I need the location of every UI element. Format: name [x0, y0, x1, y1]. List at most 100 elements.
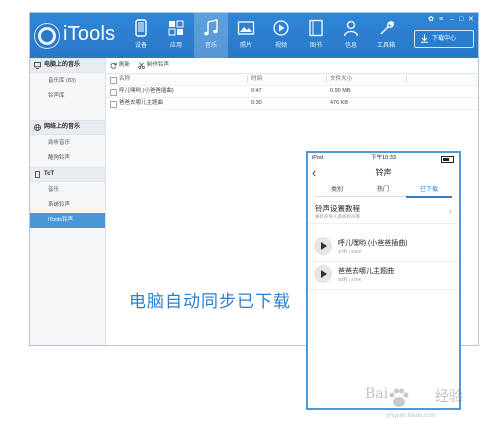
row-checkbox[interactable] [110, 89, 117, 96]
table-row[interactable]: 呼儿嘿哟 (小爸爸插曲) 0:47 0.90 MB [106, 86, 478, 98]
photo-icon [237, 21, 255, 35]
battery-icon [441, 156, 454, 163]
column-header-name[interactable]: 名称 [119, 74, 130, 85]
menu-icon[interactable]: ≡ [439, 15, 443, 24]
song-meta: 47秒 | 925K [338, 249, 362, 254]
sidebar-section-label: 电脑上的音乐 [44, 62, 81, 68]
tab-toolbox[interactable]: 工具箱 [369, 13, 403, 58]
make-ringtone-label: 制作铃声 [147, 62, 170, 68]
select-all-checkbox[interactable] [110, 77, 117, 84]
column-divider [406, 76, 407, 83]
sidebar-item-itools-ringtones[interactable]: iTools铃声 [30, 213, 105, 228]
download-center-label: 下载中心 [432, 36, 457, 42]
column-divider [247, 76, 248, 83]
sidebar-item-music-library[interactable]: 音乐库 (83) [30, 74, 105, 89]
sidebar-item-device-music[interactable]: 音乐 [30, 183, 105, 198]
tab-toolbox-label: 工具箱 [376, 43, 395, 49]
baidu-jingyan-watermark: Bai 经验 jingyan.baidu.com [357, 380, 477, 425]
sidebar-item-kugou-ringtones[interactable]: 酷狗铃声 [30, 151, 105, 166]
phone-tab-category[interactable]: 类别 [314, 185, 360, 196]
column-divider [326, 76, 327, 83]
phone-song-row[interactable]: 爸爸去哪儿主题曲 30秒 | 476K [308, 261, 459, 290]
column-header-time[interactable]: 时间 [251, 74, 262, 85]
sidebar-section-computer[interactable]: 电脑上的音乐 [30, 58, 105, 73]
sidebar-item-label: 酷狗铃声 [48, 155, 71, 161]
play-icon[interactable] [314, 265, 332, 283]
status-time: 下午10:33 [371, 155, 396, 161]
sidebar-item-jinting-music[interactable]: 劲听音乐 [30, 136, 105, 151]
skin-icon[interactable]: ✿ [428, 15, 434, 24]
sidebar-section-device[interactable]: TcT [30, 167, 105, 182]
song-name: 呼儿嘿哟 (小爸爸插曲) [338, 240, 408, 247]
video-icon [273, 20, 289, 36]
device-icon [135, 19, 147, 37]
table-header: 名称 时间 文件大小 [106, 74, 478, 86]
phone-tab-downloaded[interactable]: 已下载 [406, 185, 452, 198]
row-size: 476 KB [330, 100, 349, 106]
sidebar-section-label: TcT [44, 171, 55, 177]
download-icon [421, 34, 428, 43]
play-icon[interactable] [314, 237, 332, 255]
song-name: 爸爸去哪儿主题曲 [338, 268, 394, 275]
apps-icon [168, 20, 184, 36]
row-time: 0:47 [251, 88, 262, 94]
phone-status-bar: iPod 下午10:33 [308, 153, 459, 163]
phone-nav-bar: 铃声 ‹ [308, 163, 459, 183]
sidebar-item-label: 劲听音乐 [48, 140, 71, 146]
tab-info-label: 信息 [344, 43, 357, 49]
toolbar: 刷新 制作铃声 [106, 58, 478, 74]
tab-photos[interactable]: 照片 [229, 13, 263, 58]
table-row[interactable]: 爸爸去哪儿主题曲 0:30 476 KB [106, 98, 478, 110]
sidebar-item-label: 系统铃声 [48, 202, 71, 208]
sidebar: 电脑上的音乐 音乐库 (83) 铃声库 网络上的音乐 劲听音乐 酷狗铃声 TcT… [30, 58, 106, 345]
column-header-size[interactable]: 文件大小 [330, 74, 352, 85]
phone-tab-popular[interactable]: 热门 [360, 185, 406, 196]
close-icon[interactable]: ✕ [468, 15, 474, 24]
sidebar-item-ringtone-library[interactable]: 铃声库 [30, 89, 105, 104]
scissors-icon [138, 62, 145, 69]
refresh-button[interactable]: 刷新 [110, 61, 138, 70]
sidebar-section-online[interactable]: 网络上的音乐 [30, 120, 105, 135]
tab-device[interactable]: 设备 [124, 13, 158, 58]
phone-screenshot: iPod 下午10:33 铃声 ‹ 类别 热门 已下载 铃声设置教程 将铃声导入… [306, 151, 461, 410]
sidebar-item-system-ringtones[interactable]: 系统铃声 [30, 198, 105, 213]
watermark-url: jingyan.baidu.com [387, 413, 436, 419]
make-ringtone-button[interactable]: 制作铃声 [138, 61, 178, 70]
toolbox-icon [380, 21, 394, 35]
tab-apps-label: 应用 [169, 43, 182, 49]
sidebar-item-label: 音乐库 (83) [48, 78, 76, 84]
tab-video-label: 视频 [274, 43, 287, 49]
logo-text: iTools [63, 23, 116, 45]
row-time: 0:30 [251, 100, 262, 106]
download-center-button[interactable]: 下载中心 [414, 30, 474, 48]
back-chevron-icon[interactable]: ‹ [312, 164, 316, 182]
sidebar-section-label: 网络上的音乐 [44, 124, 81, 130]
phone-icon [35, 171, 40, 178]
row-size: 0.90 MB [330, 88, 351, 94]
tab-apps[interactable]: 应用 [159, 13, 193, 58]
row-name: 爸爸去哪儿主题曲 [119, 100, 164, 106]
tab-photos-label: 照片 [239, 43, 252, 49]
tutorial-subtitle: 将铃声导入系统铃声库 [315, 214, 360, 219]
maximize-icon[interactable]: □ [459, 15, 463, 24]
tutorial-title: 铃声设置教程 [315, 204, 360, 213]
sidebar-item-label: 音乐 [48, 187, 60, 193]
tab-books-label: 图书 [309, 43, 322, 49]
refresh-icon [110, 62, 117, 69]
phone-segment-control: 类别 热门 已下载 [314, 185, 453, 198]
phone-page-title: 铃声 [375, 168, 392, 177]
phone-song-row[interactable]: 呼儿嘿哟 (小爸爸插曲) 47秒 | 925K [308, 233, 459, 262]
watermark-text-right: 经验 [435, 388, 463, 404]
row-checkbox[interactable] [110, 101, 117, 108]
tab-device-label: 设备 [134, 43, 147, 49]
minimize-icon[interactable]: – [450, 15, 454, 24]
ringtone-tutorial-row[interactable]: 铃声设置教程 将铃声导入系统铃声库 › [308, 203, 459, 224]
refresh-label: 刷新 [119, 62, 131, 68]
tab-info[interactable]: 信息 [334, 13, 368, 58]
tab-video[interactable]: 视频 [264, 13, 298, 58]
globe-icon [34, 124, 41, 131]
tab-books[interactable]: 图书 [299, 13, 333, 58]
music-icon [204, 19, 218, 36]
tab-music[interactable]: 音乐 [194, 13, 228, 58]
window-controls: ✿ ≡ – □ ✕ [428, 15, 474, 24]
